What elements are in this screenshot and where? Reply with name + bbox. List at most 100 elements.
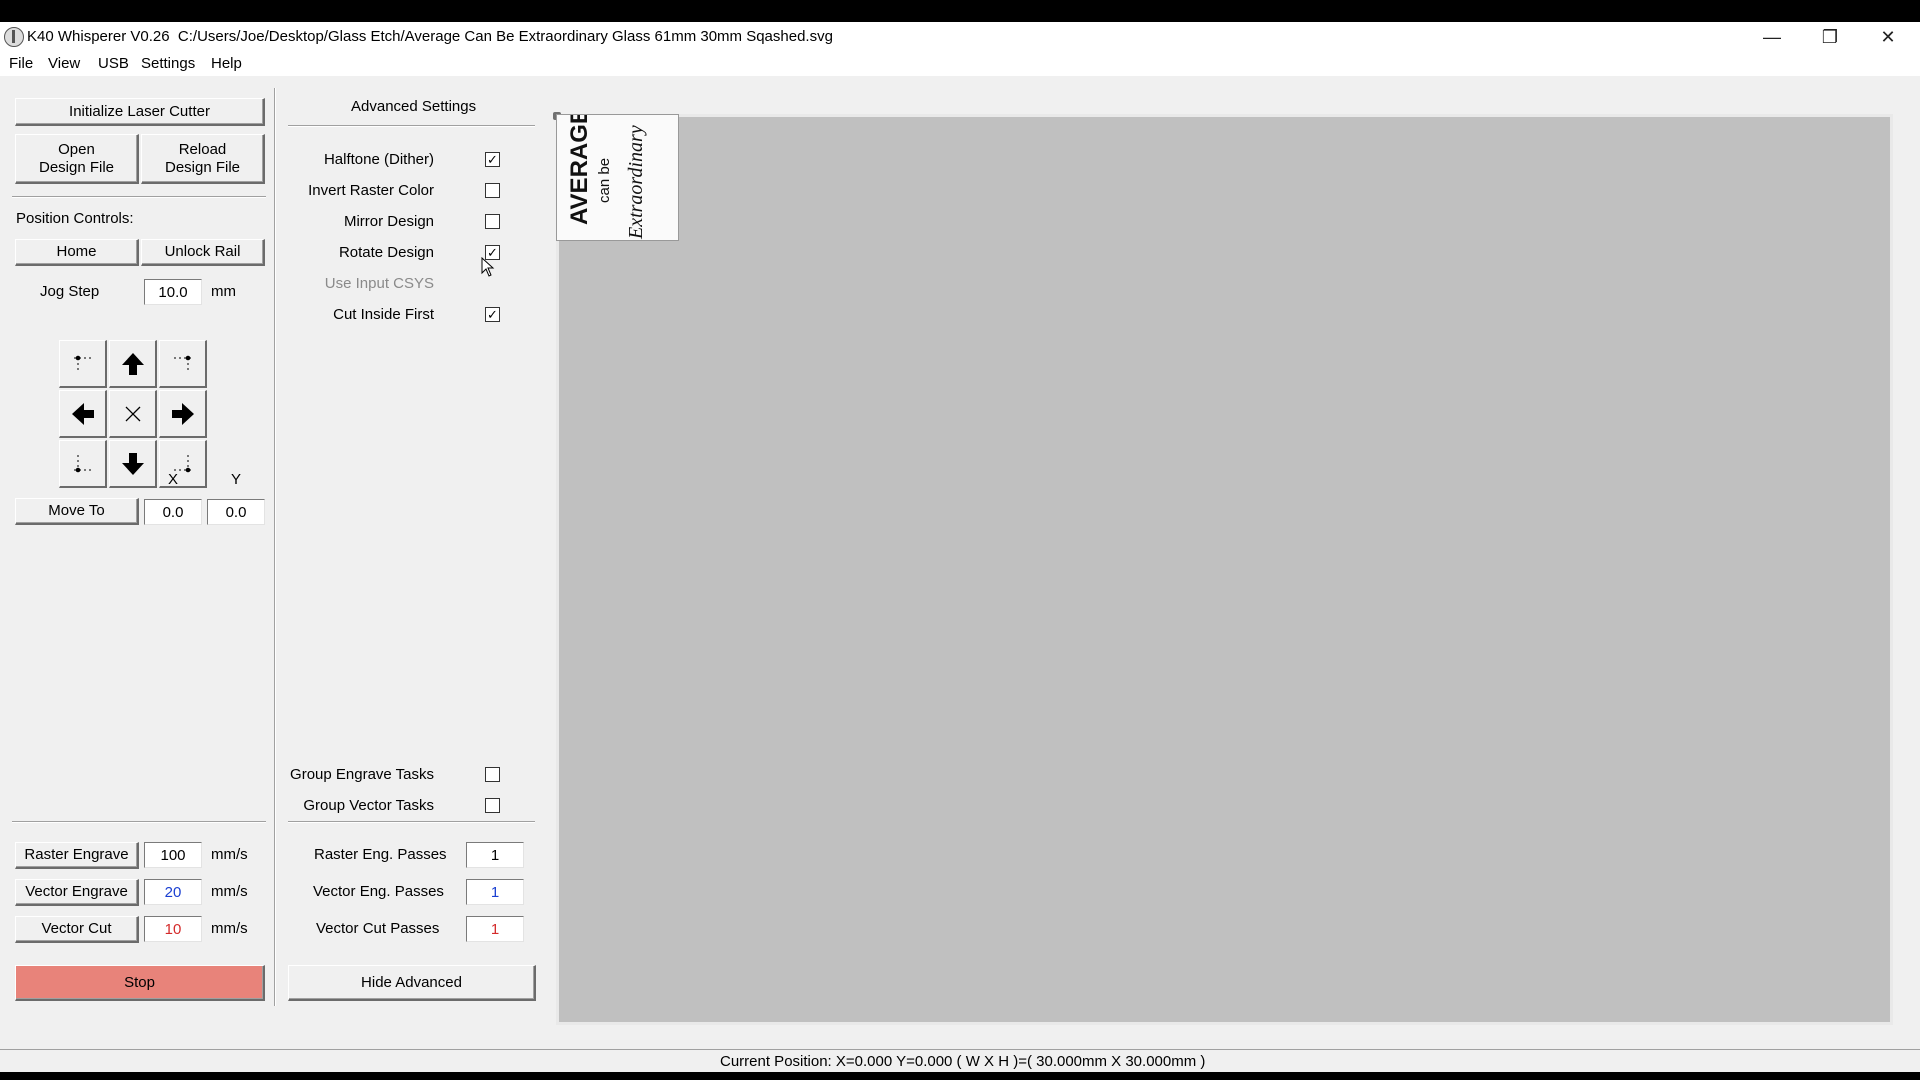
vector-cut-button[interactable]: Vector Cut: [15, 916, 139, 943]
rotate-design-label: Rotate Design: [338, 244, 434, 261]
window-title: K40 Whisperer V0.26 C:/Users/Joe/Desktop…: [27, 28, 833, 45]
file-path: C:/Users/Joe/Desktop/Glass Etch/Average …: [177, 28, 833, 45]
invert-raster-option[interactable]: Invert Raster Color: [290, 179, 500, 203]
invert-raster-label: Invert Raster Color: [308, 182, 434, 199]
use-input-csys-label: Use Input CSYS: [324, 275, 434, 292]
rotate-design-option[interactable]: Rotate Design ✓: [290, 241, 500, 265]
advanced-settings-title: Advanced Settings: [351, 98, 477, 115]
raster-engrave-button[interactable]: Raster Engrave: [15, 842, 139, 869]
raster-passes-label: Raster Eng. Passes: [314, 846, 447, 863]
jog-step-unit: mm: [211, 283, 236, 300]
minimize-button[interactable]: —: [1744, 22, 1800, 52]
stop-button[interactable]: Stop: [15, 965, 265, 1001]
jog-step-label: Jog Step: [40, 283, 100, 300]
separator: [288, 125, 535, 127]
app-icon: [4, 27, 24, 47]
jog-up-left-button[interactable]: [59, 340, 107, 388]
mouse-cursor-icon: [481, 257, 495, 277]
app-window: K40 Whisperer V0.26 C:/Users/Joe/Desktop…: [0, 22, 1920, 1072]
group-vector-checkbox[interactable]: [485, 798, 500, 813]
design-text-extraordinary: Extraordinary: [625, 125, 647, 240]
menu-view[interactable]: View: [48, 55, 80, 72]
open-design-label-1: Open: [58, 140, 95, 158]
raster-speed-input[interactable]: 100: [144, 842, 202, 868]
jog-left-button[interactable]: [59, 390, 107, 438]
halftone-option[interactable]: Halftone (Dither) ✓: [290, 148, 500, 172]
jog-down-right-button[interactable]: [159, 440, 207, 488]
panel-divider: [274, 88, 276, 1006]
unlock-rail-button[interactable]: Unlock Rail: [141, 239, 265, 266]
vector-passes-label: Vector Eng. Passes: [313, 883, 444, 900]
maximize-button[interactable]: ❐: [1802, 22, 1858, 52]
center-x-icon: [125, 406, 140, 421]
reload-design-label-2: Design File: [164, 158, 241, 176]
design-preview-image: AVERAGE can be Extraordinary: [556, 108, 679, 241]
move-y-input[interactable]: 0.0: [207, 499, 265, 525]
vector-engrave-button[interactable]: Vector Engrave: [15, 879, 139, 906]
raster-speed-unit: mm/s: [211, 846, 248, 863]
vector-passes-input[interactable]: 1: [466, 879, 524, 905]
cut-inside-first-option[interactable]: Cut Inside First ✓: [290, 303, 500, 327]
status-text: Current Position: X=0.000 Y=0.000 ( W X …: [720, 1053, 1206, 1070]
corner-down-left-icon: [73, 454, 92, 472]
group-vector-label: Group Vector Tasks: [303, 797, 434, 814]
jog-step-input[interactable]: 10.0: [144, 279, 202, 305]
close-button[interactable]: ✕: [1860, 22, 1916, 52]
design-text-can-be: can be: [596, 158, 613, 203]
cut-passes-input[interactable]: 1: [466, 916, 524, 942]
hide-advanced-button[interactable]: Hide Advanced: [288, 965, 536, 1001]
reload-design-label-1: Reload: [178, 140, 227, 158]
jog-center-button[interactable]: [109, 390, 157, 438]
halftone-checkbox[interactable]: ✓: [485, 152, 500, 167]
design-canvas[interactable]: [556, 114, 1893, 1025]
mirror-design-option[interactable]: Mirror Design: [290, 210, 500, 234]
cut-inside-first-label: Cut Inside First: [333, 306, 434, 323]
move-x-input[interactable]: 0.0: [144, 499, 202, 525]
use-input-csys-option: Use Input CSYS: [290, 272, 500, 296]
halftone-label: Halftone (Dither): [323, 151, 434, 168]
app-name: K40 Whisperer V0.26: [27, 28, 170, 45]
group-engrave-checkbox[interactable]: [485, 767, 500, 782]
group-engrave-label: Group Engrave Tasks: [290, 766, 434, 783]
design-text-average: AVERAGE: [566, 115, 593, 225]
jog-down-left-button[interactable]: [59, 440, 107, 488]
jog-up-right-button[interactable]: [159, 340, 207, 388]
mirror-design-label: Mirror Design: [343, 213, 434, 230]
design-artwork: AVERAGE can be Extraordinary: [566, 108, 647, 240]
position-controls-label: Position Controls:: [16, 210, 134, 227]
group-vector-option[interactable]: Group Vector Tasks: [290, 794, 500, 818]
move-to-button[interactable]: Move To: [15, 498, 139, 525]
separator: [288, 821, 535, 823]
corner-up-right-icon: [173, 355, 192, 373]
menu-bar: File View USB Settings Help: [0, 52, 1920, 76]
menu-help[interactable]: Help: [211, 55, 242, 72]
jog-down-button[interactable]: [109, 440, 157, 488]
initialize-laser-button[interactable]: Initialize Laser Cutter: [15, 98, 265, 126]
corner-up-left-icon: [73, 355, 92, 373]
open-design-label-2: Design File: [38, 158, 115, 176]
home-button[interactable]: Home: [15, 239, 139, 266]
menu-settings[interactable]: Settings: [141, 55, 195, 72]
arrow-down-icon: [121, 452, 144, 475]
vector-engrave-speed-input[interactable]: 20: [144, 879, 202, 905]
x-axis-label: X: [168, 471, 179, 488]
arrow-left-icon: [71, 402, 94, 425]
mirror-design-checkbox[interactable]: [485, 214, 500, 229]
menu-file[interactable]: File: [9, 55, 33, 72]
jog-right-button[interactable]: [159, 390, 207, 438]
vector-cut-speed-input[interactable]: 10: [144, 916, 202, 942]
separator: [12, 821, 266, 823]
cut-inside-first-checkbox[interactable]: ✓: [485, 307, 500, 322]
vector-cut-speed-unit: mm/s: [211, 920, 248, 937]
status-bar: Current Position: X=0.000 Y=0.000 ( W X …: [0, 1049, 1920, 1072]
jog-up-button[interactable]: [109, 340, 157, 388]
reload-design-button[interactable]: Reload Design File: [141, 134, 265, 184]
group-engrave-option[interactable]: Group Engrave Tasks: [290, 763, 500, 787]
open-design-button[interactable]: Open Design File: [15, 134, 139, 184]
vector-engrave-speed-unit: mm/s: [211, 883, 248, 900]
invert-raster-checkbox[interactable]: [485, 183, 500, 198]
title-bar: K40 Whisperer V0.26 C:/Users/Joe/Desktop…: [0, 22, 1920, 52]
raster-passes-input[interactable]: 1: [466, 842, 524, 868]
arrow-up-icon: [121, 352, 144, 375]
menu-usb[interactable]: USB: [98, 55, 129, 72]
